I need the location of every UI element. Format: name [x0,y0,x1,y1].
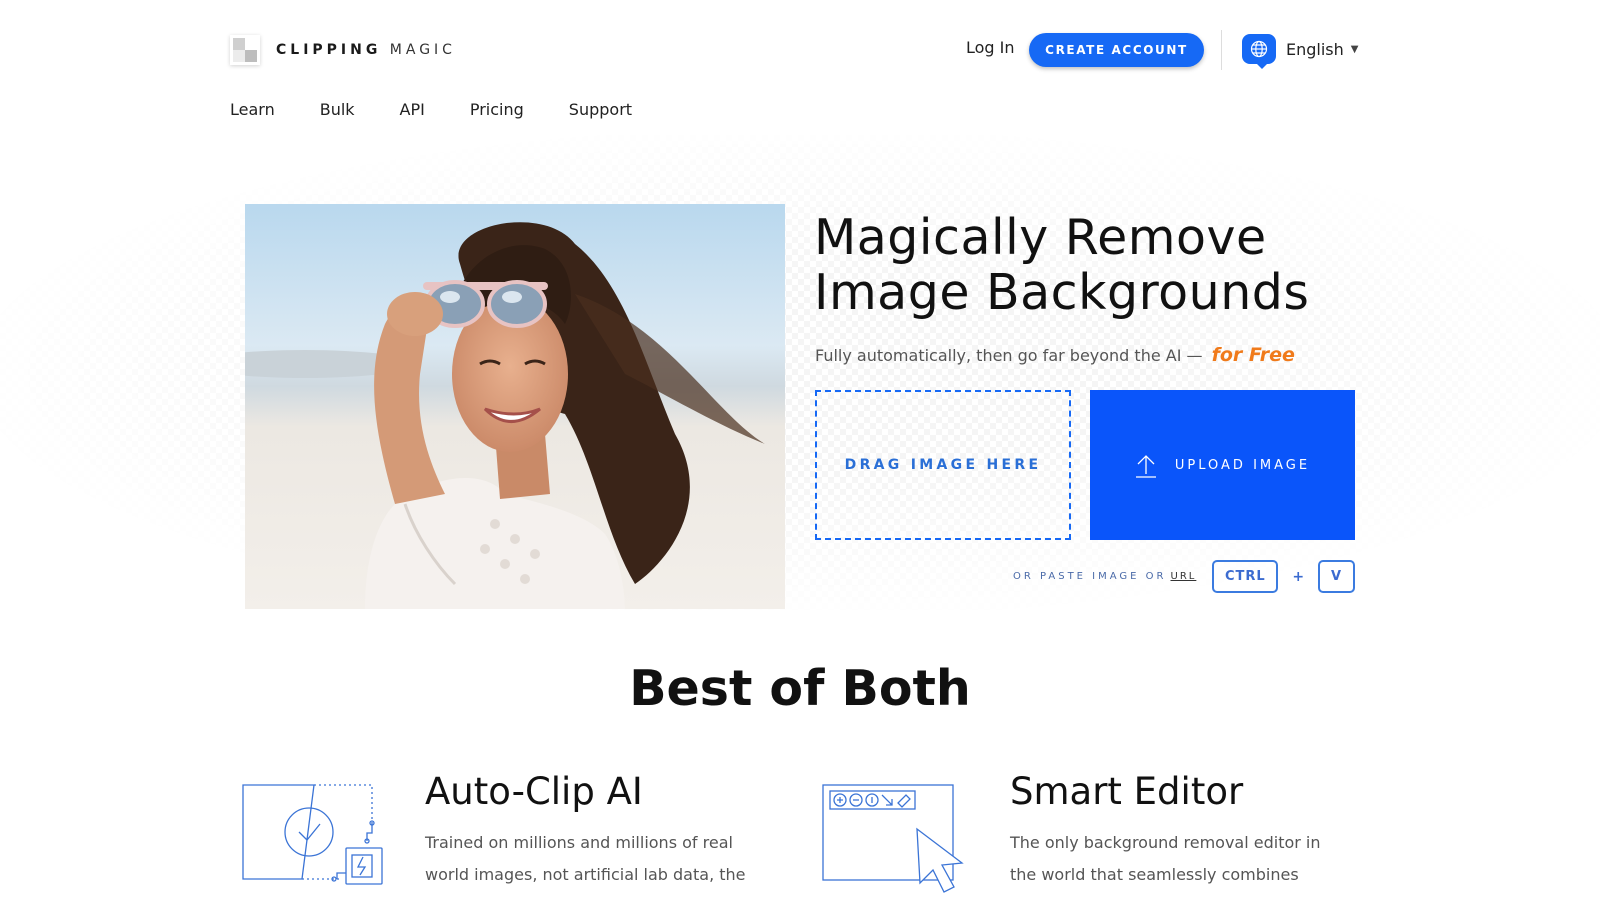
header-divider [1221,30,1222,70]
logo-text-light: MAGIC [389,42,456,58]
paste-hint-text: OR PASTE IMAGE OR [1013,571,1167,582]
globe-icon [1242,34,1276,69]
v-key: V [1318,560,1356,593]
checkerboard-background [0,135,1600,610]
create-account-button[interactable]: CREATE ACCOUNT [1029,33,1204,67]
nav-item-bulk[interactable]: Bulk [320,100,355,119]
smart-editor-icon [822,783,972,899]
plus-sign: + [1292,568,1305,585]
chevron-down-icon: ▼ [1350,43,1359,55]
hero-headline-line2: Image Backgrounds [814,264,1310,321]
logo-text-bold: CLIPPING [276,42,382,58]
language-selector[interactable]: English ▼ [1242,34,1359,69]
auto-clip-ai-icon [242,783,387,899]
feature-desc-smart-editor: The only background removal editor in th… [1010,833,1321,884]
hero-headline: Magically Remove Image Backgrounds [814,210,1309,320]
feature-title-auto-clip: Auto-Clip AI [425,770,643,813]
login-link[interactable]: Log In [966,38,1015,57]
upload-image-label: UPLOAD IMAGE [1174,457,1311,473]
nav-item-support[interactable]: Support [569,100,632,119]
section-title: Best of Both [629,660,971,717]
hero-example-image [245,204,785,609]
drop-zone-label: DRAG IMAGE HERE [844,457,1042,473]
ctrl-key: CTRL [1212,560,1279,593]
logo-text: CLIPPING MAGIC [276,42,456,58]
drag-image-drop-zone[interactable]: DRAG IMAGE HERE [815,390,1071,540]
hero-subline: Fully automatically, then go far beyond … [815,344,1295,366]
feature-desc-auto-clip: Trained on millions and millions of real… [425,833,746,884]
nav-item-pricing[interactable]: Pricing [470,100,524,119]
upload-arrow-icon [1135,455,1156,478]
main-nav: Learn Bulk API Pricing Support [230,100,677,119]
hero-subline-free: for Free [1211,344,1295,366]
hero-subline-text: Fully automatically, then go far beyond … [815,346,1203,365]
language-label: English [1286,39,1344,59]
hero-headline-line1: Magically Remove [814,209,1267,266]
upload-image-button[interactable]: UPLOAD IMAGE [1090,390,1355,540]
logo-mark-icon [230,35,260,65]
paste-url-link[interactable]: URL [1171,571,1197,582]
nav-item-learn[interactable]: Learn [230,100,275,119]
paste-hint: OR PASTE IMAGE OR URL CTRL + V [1013,560,1356,593]
feature-title-smart-editor: Smart Editor [1010,770,1244,813]
nav-item-api[interactable]: API [400,100,425,119]
logo[interactable]: CLIPPING MAGIC [230,35,456,65]
